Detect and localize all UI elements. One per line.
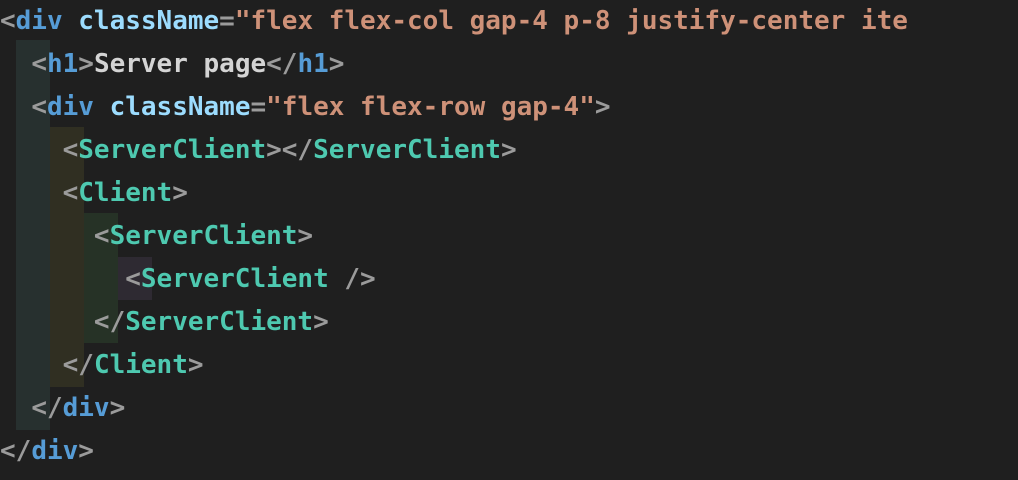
code-component-name: ServerClient: [125, 307, 314, 337]
code-component-name: ServerClient: [78, 135, 267, 165]
code-punctuation: >: [313, 307, 329, 337]
code-component-name: ServerClient: [109, 221, 298, 251]
code-line[interactable]: <ServerClient>: [0, 215, 313, 258]
code-punctuation: </: [93, 307, 126, 337]
code-line[interactable]: <h1>Server page</h1>: [0, 43, 344, 86]
code-punctuation: <: [31, 49, 47, 79]
code-line[interactable]: <Client>: [0, 172, 188, 215]
code-text: Server page: [93, 49, 267, 79]
code-punctuation: >: [172, 178, 188, 208]
code-component-name: Client: [78, 178, 173, 208]
code-punctuation: =: [219, 6, 235, 36]
code-html-tag: div: [31, 436, 79, 466]
code-punctuation: </: [62, 350, 94, 380]
code-component-name: ServerClient: [313, 135, 501, 165]
code-punctuation: </: [0, 436, 32, 466]
code-punctuation: >: [297, 221, 314, 251]
code-punctuation: <: [62, 178, 79, 208]
code-attribute-name: className: [78, 6, 220, 36]
code-component-name: ServerClient: [140, 264, 329, 294]
code-html-tag: div: [46, 92, 94, 122]
code-html-tag: div: [15, 6, 63, 36]
code-punctuation: <: [62, 135, 79, 165]
code-punctuation: >: [78, 49, 94, 79]
code-line[interactable]: <ServerClient></ServerClient>: [0, 129, 517, 172]
code-punctuation: </: [31, 393, 63, 423]
code-line[interactable]: <div className="flex flex-col gap-4 p-8 …: [0, 0, 908, 43]
code-line[interactable]: </Client>: [0, 344, 204, 387]
code-line[interactable]: </div>: [0, 387, 125, 430]
code-punctuation: >: [187, 350, 204, 380]
code-punctuation: </: [266, 49, 298, 79]
code-punctuation: >: [78, 436, 94, 466]
code-punctuation: <: [31, 92, 47, 122]
code-punctuation: >: [109, 393, 126, 423]
code-string: "flex flex-col gap-4 p-8 justify-center …: [234, 6, 908, 36]
code-html-tag: h1: [297, 49, 329, 79]
code-punctuation: <: [93, 221, 110, 251]
code-punctuation: ></: [266, 135, 314, 165]
code-line[interactable]: <ServerClient />: [0, 258, 376, 301]
code-punctuation: =: [250, 92, 267, 122]
code-punctuation: >: [328, 49, 345, 79]
code-editor[interactable]: <div className="flex flex-col gap-4 p-8 …: [0, 0, 1018, 480]
code-html-tag: div: [62, 393, 110, 423]
code-line[interactable]: <div className="flex flex-row gap-4">: [0, 86, 611, 129]
code-line[interactable]: </div>: [0, 430, 94, 473]
code-attribute-name: className: [109, 92, 251, 122]
code-punctuation: >: [500, 135, 517, 165]
code-punctuation: <: [0, 6, 16, 36]
code-line[interactable]: </ServerClient>: [0, 301, 329, 344]
code-punctuation: />: [328, 264, 376, 294]
code-html-tag: h1: [46, 49, 79, 79]
code-component-name: Client: [93, 350, 188, 380]
code-punctuation: >: [594, 92, 611, 122]
code-punctuation: <: [125, 264, 141, 294]
code-string: "flex flex-row gap-4": [266, 92, 595, 122]
